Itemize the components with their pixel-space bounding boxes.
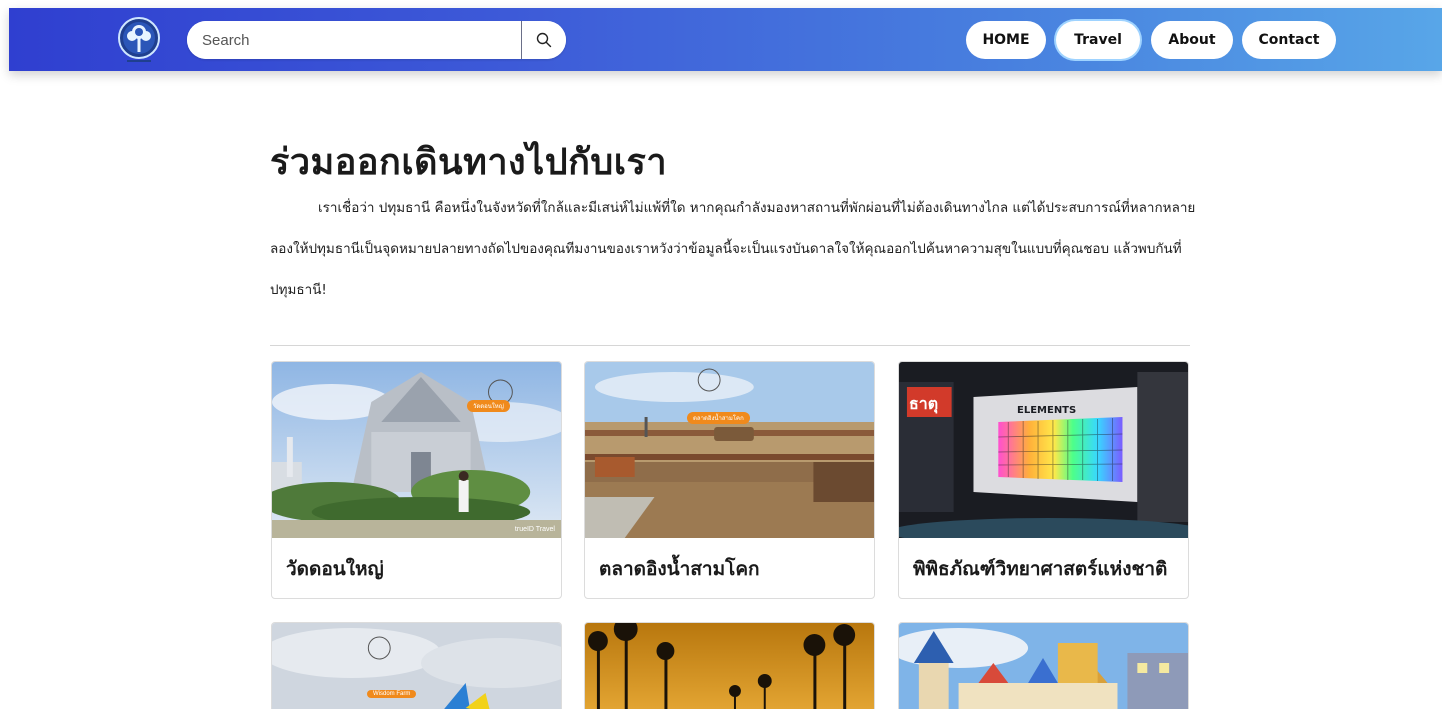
nav-about-button[interactable]: About (1151, 21, 1233, 59)
card-image: ตลาดอิงน้ำสามโคก (585, 362, 874, 538)
nav-travel-button[interactable]: Travel (1056, 21, 1140, 59)
card-watermark: trueID Travel (514, 526, 555, 533)
place-card-wat-don-yai[interactable]: วัดดอนใหญ่ trueID Travel วัดดอนใหญ่ (271, 361, 562, 599)
place-card-wisdom-farm[interactable]: Wisdom Farm (271, 622, 562, 709)
card-image: วัดดอนใหญ่ trueID Travel (272, 362, 561, 538)
card-badge: วัดดอนใหญ่ (467, 400, 510, 412)
card-badge: Wisdom Farm (367, 690, 417, 698)
intro-paragraph: เราเชื่อว่า ปทุมธานี คือหนึ่งในจังหวัดที… (270, 200, 1196, 298)
search-input[interactable] (187, 21, 521, 59)
section-divider (270, 345, 1190, 346)
nav-home-button[interactable]: HOME (966, 21, 1046, 59)
card-image (585, 623, 874, 709)
tree-logo-icon[interactable] (117, 16, 161, 66)
place-card-castle[interactable] (898, 622, 1189, 709)
card-image: ธาตุ ELEMENTS (899, 362, 1188, 538)
card-wall-text: ELEMENTS (1017, 405, 1077, 416)
place-card-sunset[interactable] (584, 622, 875, 709)
place-card-science-museum[interactable]: ธาตุ ELEMENTS พิพิธภัณฑ์วิทยาศาสตร์แห่งช… (898, 361, 1189, 599)
card-badge: ตลาดอิงน้ำสามโคก (687, 412, 750, 424)
card-image (899, 623, 1188, 709)
search-bar (187, 21, 566, 59)
page-title: ร่วมออกเดินทางไปกับเรา (270, 142, 668, 183)
card-sign-text: ธาตุ (909, 394, 939, 413)
card-title: ตลาดอิงน้ำสามโคก (599, 557, 760, 580)
nav-contact-button[interactable]: Contact (1242, 21, 1336, 59)
search-icon (536, 32, 552, 48)
top-navbar: HOME Travel About Contact (9, 8, 1442, 71)
card-title: พิพิธภัณฑ์วิทยาศาสตร์แห่งชาติ (913, 557, 1168, 580)
card-image: Wisdom Farm (272, 623, 561, 709)
search-button[interactable] (521, 21, 566, 59)
place-card-floating-market[interactable]: ตลาดอิงน้ำสามโคก ตลาดอิงน้ำสามโคก (584, 361, 875, 599)
card-title: วัดดอนใหญ่ (286, 557, 384, 580)
